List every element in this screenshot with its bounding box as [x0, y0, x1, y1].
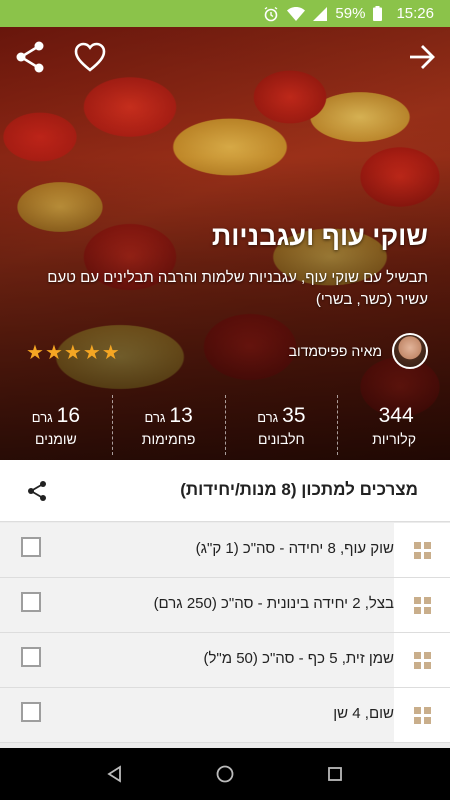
alarm-icon — [263, 6, 279, 22]
recipe-subtitle: תבשיל עם שוקי עוף, עגבניות שלמות והרבה ת… — [47, 269, 428, 308]
nutrition-carbs: גרם 13 פחמימות — [111, 395, 225, 455]
hero-toolbar — [0, 37, 450, 77]
ingredients-header: מצרכים למתכון (8 מנות/יחידות) — [0, 460, 450, 522]
status-bar: 59% 15:26 — [0, 0, 450, 27]
ingredients-title: מצרכים למתכון (8 מנות/יחידות) — [180, 480, 418, 499]
nutrition-value: 16 — [56, 403, 80, 427]
author-name: מאיה פפיסמדוב — [288, 343, 382, 359]
ingredient-text: בצל, 2 יחידה בינונית - סה"כ (250 גרם) — [153, 595, 394, 612]
ingredient-checkbox[interactable] — [21, 592, 41, 612]
ingredient-checkbox[interactable] — [21, 647, 41, 667]
recipe-title: שוקי עוף ועגבניות — [211, 221, 428, 251]
battery-percent: 59% — [335, 5, 366, 22]
favorite-heart-icon[interactable] — [70, 37, 110, 77]
list-item[interactable]: שוק עוף, 8 יחידה - סה"כ (1 ק"ג) — [0, 523, 450, 578]
signal-icon — [313, 6, 328, 21]
star-icon: ★ — [101, 342, 120, 364]
recents-icon[interactable] — [315, 754, 355, 794]
star-icon: ★ — [44, 342, 63, 364]
avatar — [392, 333, 428, 369]
nutrition-unit: גרם — [31, 409, 53, 425]
share-icon[interactable] — [10, 37, 50, 77]
ingredients-list: שוק עוף, 8 יחידה - סה"כ (1 ק"ג) בצל, 2 י… — [0, 523, 450, 743]
ingredient-text: שום, 4 שן — [333, 705, 394, 722]
share-icon[interactable] — [26, 480, 48, 502]
home-icon[interactable] — [205, 754, 245, 794]
nutrition-protein: גרם 35 חלבונים — [224, 395, 338, 455]
star-icon: ★ — [82, 342, 101, 364]
nutrition-label: שומנים — [34, 430, 77, 447]
nutrition-panel: 344 קלוריות גרם 35 חלבונים גרם 13 פחמימות … — [0, 395, 450, 455]
star-icon: ★ — [63, 342, 82, 364]
nutrition-label: פחמימות — [141, 430, 196, 447]
clock: 15:26 — [396, 5, 434, 22]
nutrition-value: 35 — [282, 403, 306, 427]
star-icon: ★ — [26, 342, 44, 364]
rating-stars: ★ ★ ★ ★ ★ — [26, 343, 120, 363]
recipe-hero-image: שוקי עוף ועגבניות תבשיל עם שוקי עוף, עגב… — [0, 27, 450, 460]
ingredient-text: שוק עוף, 8 יחידה - סה"כ (1 ק"ג) — [195, 540, 394, 557]
nutrition-unit: גרם — [257, 409, 279, 425]
drag-handle-icon[interactable] — [394, 688, 450, 742]
nutrition-value: 344 — [378, 403, 414, 427]
drag-handle-icon[interactable] — [394, 523, 450, 577]
list-item[interactable]: שמן זית, 5 כף - סה"כ (50 מ"ל) — [0, 633, 450, 688]
author[interactable]: מאיה פפיסמדוב — [289, 333, 428, 369]
nutrition-unit: גרם — [144, 409, 166, 425]
battery-icon — [373, 6, 383, 21]
drag-handle-icon[interactable] — [394, 633, 450, 687]
ingredient-text: שמן זית, 5 כף - סה"כ (50 מ"ל) — [203, 650, 394, 667]
nutrition-calories: 344 קלוריות — [337, 395, 450, 455]
nutrition-fat: גרם 16 שומנים — [0, 395, 112, 455]
back-icon[interactable] — [95, 754, 135, 794]
system-nav-bar — [0, 748, 450, 800]
drag-handle-icon[interactable] — [394, 578, 450, 632]
ingredient-checkbox[interactable] — [21, 702, 41, 722]
wifi-icon — [287, 6, 306, 21]
arrow-forward-icon[interactable] — [402, 37, 442, 77]
nutrition-label: קלוריות — [372, 430, 416, 447]
nutrition-label: חלבונים — [258, 430, 305, 447]
ingredient-checkbox[interactable] — [21, 537, 41, 557]
nutrition-value: 13 — [169, 403, 193, 427]
list-item[interactable]: שום, 4 שן — [0, 688, 450, 743]
list-item[interactable]: בצל, 2 יחידה בינונית - סה"כ (250 גרם) — [0, 578, 450, 633]
